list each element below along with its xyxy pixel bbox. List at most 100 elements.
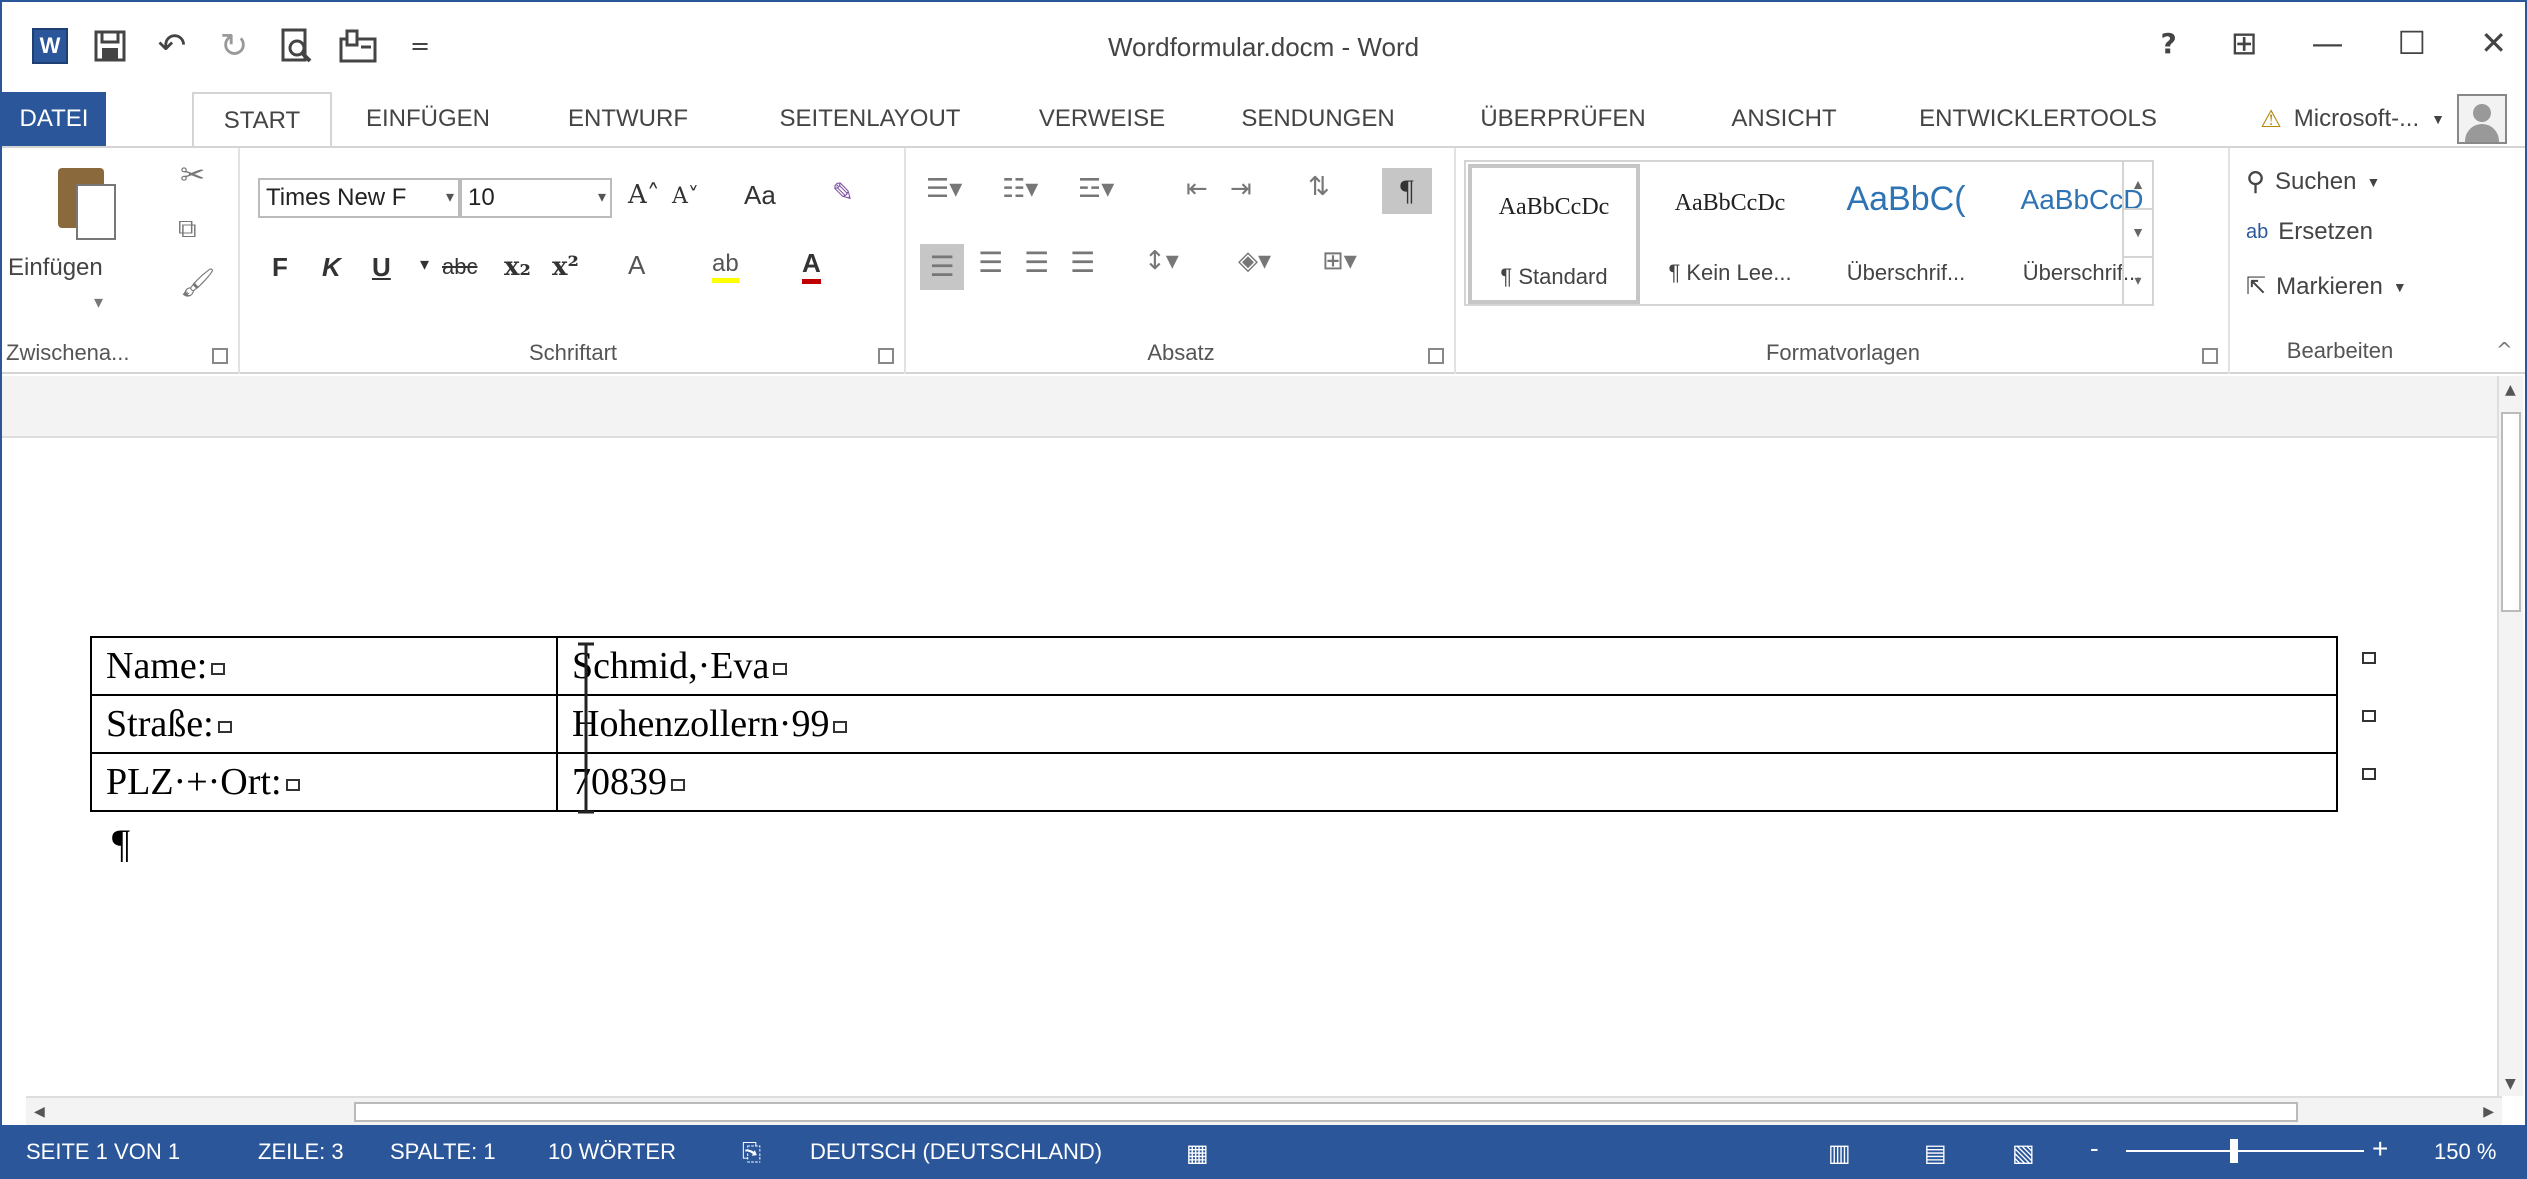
bullets-icon[interactable]: ☰▾ (926, 174, 962, 204)
multilevel-list-icon[interactable]: ☲▾ (1078, 174, 1114, 204)
line-indicator[interactable]: ZEILE: 3 (258, 1139, 344, 1165)
underline-button[interactable]: U (372, 252, 391, 283)
paste-button[interactable] (46, 158, 126, 268)
language-indicator[interactable]: DEUTSCH (DEUTSCHLAND) (810, 1139, 1102, 1165)
cut-icon[interactable]: ✂ (180, 158, 205, 193)
align-center-icon[interactable]: ☰ (978, 246, 1003, 279)
text-effects-button[interactable]: A (628, 250, 645, 281)
numbering-icon[interactable]: ☷▾ (1002, 174, 1038, 204)
tab-start[interactable]: START (192, 92, 332, 148)
style-ueberschrift-1[interactable]: AaBbC( Überschrif... (1820, 164, 1992, 304)
style-standard[interactable]: AaBbCcDc ¶ Standard (1468, 164, 1640, 304)
chevron-up-icon[interactable]: ▲ (2124, 162, 2152, 210)
table-cell-label[interactable]: PLZ·+·Ort: (90, 752, 558, 812)
scroll-down-icon[interactable]: ▼ (2505, 1076, 2516, 1092)
chevron-down-icon[interactable]: ▾ (94, 292, 103, 313)
tab-ueberpruefen[interactable]: ÜBERPRÜFEN (1470, 92, 1656, 146)
table-cell-label[interactable]: Name: (90, 636, 558, 696)
zoom-slider[interactable] (2126, 1150, 2364, 1152)
paragraph-launcher-icon[interactable] (1428, 348, 1444, 364)
align-left-icon[interactable]: ☰ (920, 244, 964, 290)
collapse-ribbon-icon[interactable]: ^ (2496, 338, 2513, 362)
table-cell-value[interactable]: 70839 (556, 752, 2338, 812)
tab-entwurf[interactable]: ENTWURF (562, 92, 694, 146)
proofing-icon[interactable]: ⎘ (742, 1139, 761, 1167)
table-cell-value[interactable]: Hohenzollern·99 (556, 694, 2338, 754)
chevron-down-icon[interactable]: ▼ (2431, 111, 2445, 127)
font-size-combo[interactable]: 10 ▾ (460, 178, 612, 218)
tab-seitenlayout[interactable]: SEITENLAYOUT (766, 92, 974, 146)
replace-button[interactable]: ab Ersetzen (2246, 218, 2373, 246)
scroll-up-icon[interactable]: ▲ (2505, 382, 2516, 398)
table-cell-label[interactable]: Straße: (90, 694, 558, 754)
scroll-right-icon[interactable]: ▶ (2483, 1104, 2494, 1120)
word-count[interactable]: 10 WÖRTER (548, 1139, 676, 1165)
justify-icon[interactable]: ☰ (1070, 246, 1095, 279)
decrease-indent-icon[interactable]: ⇤ (1186, 174, 1208, 204)
font-name-combo[interactable]: Times New F ▾ (258, 178, 460, 218)
scroll-left-icon[interactable]: ◀ (34, 1104, 45, 1120)
shading-icon[interactable]: ◈▾ (1238, 246, 1271, 276)
paste-label[interactable]: Einfügen (8, 254, 103, 282)
find-button[interactable]: ⚲ Suchen ▼ (2246, 166, 2380, 197)
borders-icon[interactable]: ⊞▾ (1322, 246, 1357, 276)
chevron-down-icon[interactable]: ▾ (446, 180, 454, 216)
tab-einfuegen[interactable]: EINFÜGEN (360, 92, 496, 146)
read-mode-icon[interactable]: ▥ (1828, 1139, 1851, 1168)
italic-button[interactable]: K (322, 252, 341, 283)
more-styles-icon[interactable]: ▾ (2124, 258, 2152, 304)
copy-icon[interactable]: ⧉ (178, 214, 197, 245)
change-case-button[interactable]: Aa (744, 180, 776, 211)
avatar[interactable] (2457, 94, 2507, 144)
ribbon-options-icon[interactable]: ⊞ (2231, 24, 2258, 62)
account-area[interactable]: ⚠ Microsoft-... ▼ (2260, 94, 2507, 144)
zoom-slider-thumb[interactable] (2230, 1139, 2238, 1163)
horizontal-scrollbar[interactable]: ◀ ▶ (26, 1096, 2502, 1126)
tab-sendungen[interactable]: SENDUNGEN (1230, 92, 1406, 146)
close-icon[interactable]: ✕ (2480, 24, 2507, 62)
tab-datei[interactable]: DATEI (2, 92, 106, 146)
zoom-out-icon[interactable]: - (2090, 1133, 2099, 1164)
scroll-thumb[interactable] (2501, 412, 2521, 612)
bold-button[interactable]: F (272, 252, 288, 283)
table-cell-value[interactable]: Schmid,·Eva (556, 636, 2338, 696)
show-marks-button[interactable]: ¶ (1382, 168, 1432, 214)
style-kein-leerraum[interactable]: AaBbCcDc ¶ Kein Lee... (1644, 164, 1816, 304)
highlight-button[interactable]: ab (712, 250, 739, 283)
tab-verweise[interactable]: VERWEISE (1036, 92, 1168, 146)
chevron-down-icon[interactable]: ▾ (598, 180, 606, 216)
superscript-button[interactable]: x² (552, 252, 579, 282)
strikethrough-button[interactable]: abc (442, 254, 477, 280)
tab-ansicht[interactable]: ANSICHT (1714, 92, 1854, 146)
clipboard-launcher-icon[interactable] (212, 348, 228, 364)
macro-icon[interactable]: ▦ (1186, 1139, 1209, 1168)
help-icon[interactable]: ? (2160, 27, 2176, 60)
maximize-icon[interactable]: ☐ (2398, 24, 2427, 62)
select-button[interactable]: ⇱ Markieren ▼ (2246, 272, 2407, 301)
account-name[interactable]: Microsoft-... (2294, 105, 2419, 133)
chevron-down-icon[interactable]: ▼ (2124, 210, 2152, 258)
document-page[interactable]: Name: Schmid,·Eva Straße: Hohenzollern·9… (26, 440, 2502, 1096)
scroll-thumb[interactable] (354, 1102, 2298, 1122)
styles-launcher-icon[interactable] (2202, 348, 2218, 364)
column-indicator[interactable]: SPALTE: 1 (390, 1139, 496, 1165)
font-launcher-icon[interactable] (878, 348, 894, 364)
tab-entwicklertools[interactable]: ENTWICKLERTOOLS (1904, 92, 2172, 146)
grow-font-button[interactable]: A˄ (628, 180, 660, 210)
align-right-icon[interactable]: ☰ (1024, 246, 1049, 279)
line-spacing-icon[interactable]: ↕▾ (1144, 246, 1179, 276)
zoom-level[interactable]: 150 % (2434, 1139, 2496, 1165)
page-indicator[interactable]: SEITE 1 VON 1 (26, 1139, 180, 1165)
minimize-icon[interactable]: — (2312, 24, 2344, 62)
zoom-in-icon[interactable]: + (2372, 1133, 2388, 1165)
chevron-down-icon[interactable]: ▾ (420, 254, 429, 275)
shrink-font-button[interactable]: A˅ (672, 184, 699, 209)
subscript-button[interactable]: x₂ (504, 252, 531, 282)
sort-icon[interactable]: ⇅ (1308, 172, 1330, 202)
increase-indent-icon[interactable]: ⇥ (1230, 174, 1252, 204)
format-painter-icon[interactable]: 🖌 (180, 266, 216, 299)
vertical-scrollbar[interactable]: ▲ ▼ (2497, 376, 2523, 1096)
font-color-button[interactable]: A (802, 248, 821, 284)
web-layout-icon[interactable]: ▧ (2012, 1139, 2035, 1168)
print-layout-icon[interactable]: ▤ (1924, 1139, 1947, 1168)
